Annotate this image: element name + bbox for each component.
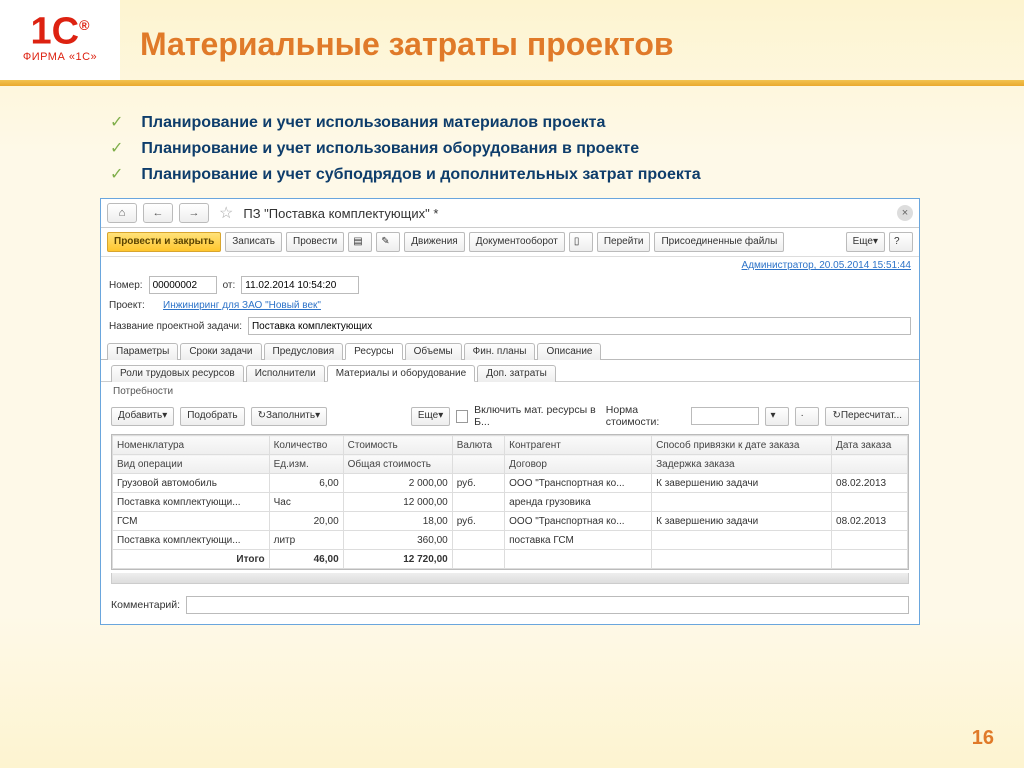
bullet-item: Планирование и учет использования матери…: [110, 112, 990, 132]
report-icon[interactable]: ✎: [376, 232, 400, 252]
tab-preconditions[interactable]: Предусловия: [264, 343, 344, 360]
files-button[interactable]: Присоединенные файлы: [654, 232, 784, 252]
window-title-bar: ⌂ ← → ☆ ПЗ "Поставка комплектующих" * ×: [101, 199, 919, 228]
write-button[interactable]: Записать: [225, 232, 282, 252]
tab-timing[interactable]: Сроки задачи: [180, 343, 261, 360]
grid-more-button[interactable]: Еще ▾: [411, 407, 450, 426]
more-button[interactable]: Еще ▾: [846, 232, 885, 252]
project-label: Проект:: [109, 300, 157, 311]
subtab-performers[interactable]: Исполнители: [246, 365, 325, 382]
col-currency[interactable]: Валюта: [452, 436, 504, 455]
post-button[interactable]: Провести: [286, 232, 344, 252]
col-cost[interactable]: Стоимость: [343, 436, 452, 455]
col-quantity[interactable]: Количество: [269, 436, 343, 455]
title-divider: [0, 80, 1024, 86]
post-and-close-button[interactable]: Провести и закрыть: [107, 232, 221, 252]
add-button[interactable]: Добавить ▾: [111, 407, 174, 426]
subtab-roles[interactable]: Роли трудовых ресурсов: [111, 365, 244, 382]
subtab-extra[interactable]: Доп. затраты: [477, 365, 556, 382]
col-operation[interactable]: Вид операции: [113, 455, 270, 474]
col-binding[interactable]: Способ привязки к дате заказа: [652, 436, 832, 455]
goto-button[interactable]: Перейти: [597, 232, 651, 252]
table-row[interactable]: ГСМ20,0018,00руб.ООО "Транспортная ко...…: [113, 512, 908, 531]
tab-resources[interactable]: Ресурсы: [345, 343, 402, 360]
include-label: Включить мат. ресурсы в Б...: [474, 404, 600, 428]
task-label: Название проектной задачи:: [109, 321, 242, 332]
materials-grid[interactable]: Номенклатура Количество Стоимость Валюта…: [111, 434, 909, 570]
comment-input[interactable]: [186, 596, 909, 614]
task-input[interactable]: [248, 317, 911, 335]
fill-button[interactable]: ↻ Заполнить ▾: [251, 407, 328, 426]
col-contractor[interactable]: Контрагент: [505, 436, 652, 455]
tab-finplans[interactable]: Фин. планы: [464, 343, 536, 360]
grid-toolbar: Добавить ▾ Подобрать ↻ Заполнить ▾ Еще ▾…: [101, 401, 919, 431]
help-button[interactable]: ?: [889, 232, 913, 252]
table-row[interactable]: Поставка комплектующи...Час12 000,00арен…: [113, 493, 908, 512]
movements-button[interactable]: Движения: [404, 232, 464, 252]
table-row[interactable]: Поставка комплектующи...литр360,00постав…: [113, 531, 908, 550]
bullet-list: Планирование и учет использования матери…: [30, 112, 990, 184]
tab-volumes[interactable]: Объемы: [405, 343, 462, 360]
col-contract[interactable]: Договор: [505, 455, 652, 474]
slide-title: Материальные затраты проектов: [140, 26, 674, 63]
col-totalcost[interactable]: Общая стоимость: [343, 455, 452, 474]
total-row: Итого46,0012 720,00: [113, 550, 908, 569]
logo: 1C® ФИРМА «1С»: [0, 0, 120, 80]
window-title: ПЗ "Поставка комплектующих" *: [243, 206, 438, 221]
tab-parameters[interactable]: Параметры: [107, 343, 178, 360]
subtab-materials[interactable]: Материалы и оборудование: [327, 365, 475, 382]
tab-description[interactable]: Описание: [537, 343, 601, 360]
user-stamp-link[interactable]: Администратор, 20.05.2014 15:51:44: [742, 260, 911, 271]
include-checkbox[interactable]: [456, 410, 468, 423]
date-input[interactable]: [241, 276, 359, 294]
section-label: Потребности: [101, 382, 919, 401]
project-link[interactable]: Инжиниринг для ЗАО "Новый век": [163, 300, 321, 311]
forward-button[interactable]: →: [179, 203, 209, 223]
logo-subtitle: ФИРМА «1С»: [0, 51, 120, 63]
col-delay[interactable]: Задержка заказа: [652, 455, 832, 474]
favorite-icon[interactable]: ☆: [219, 203, 233, 223]
logo-mark: 1C®: [0, 6, 120, 51]
close-button[interactable]: ×: [897, 205, 913, 221]
home-button[interactable]: ⌂: [107, 203, 137, 223]
main-tabs: Параметры Сроки задачи Предусловия Ресур…: [101, 342, 919, 360]
comment-label: Комментарий:: [111, 599, 180, 611]
number-label: Номер:: [109, 280, 143, 291]
bullet-item: Планирование и учет использования оборуд…: [110, 138, 990, 158]
col-orderdate[interactable]: Дата заказа: [832, 436, 908, 455]
table-row[interactable]: Грузовой автомобиль6,002 000,00руб.ООО "…: [113, 474, 908, 493]
rate-input[interactable]: [691, 407, 759, 425]
date-label: от:: [223, 280, 236, 291]
rate-clear-icon[interactable]: ·: [795, 407, 819, 426]
pick-button[interactable]: Подобрать: [180, 407, 244, 426]
recalc-button[interactable]: ↻ Пересчитат...: [825, 407, 909, 426]
main-toolbar: Провести и закрыть Записать Провести ▤ ✎…: [101, 228, 919, 257]
app-window: ⌂ ← → ☆ ПЗ "Поставка комплектующих" * × …: [100, 198, 920, 625]
doc-icon[interactable]: ▯: [569, 232, 593, 252]
col-unit[interactable]: Ед.изм.: [269, 455, 343, 474]
number-input[interactable]: [149, 276, 217, 294]
rate-picker-icon[interactable]: ▾: [765, 407, 789, 426]
print-icon[interactable]: ▤: [348, 232, 372, 252]
horizontal-scrollbar[interactable]: [111, 573, 909, 584]
bullet-item: Планирование и учет субподрядов и дополн…: [110, 164, 990, 184]
back-button[interactable]: ←: [143, 203, 173, 223]
docflow-button[interactable]: Документооборот: [469, 232, 565, 252]
page-number: 16: [972, 727, 994, 750]
col-nomenclature[interactable]: Номенклатура: [113, 436, 270, 455]
rate-label: Норма стоимости:: [606, 404, 686, 428]
sub-tabs: Роли трудовых ресурсов Исполнители Матер…: [101, 360, 919, 382]
